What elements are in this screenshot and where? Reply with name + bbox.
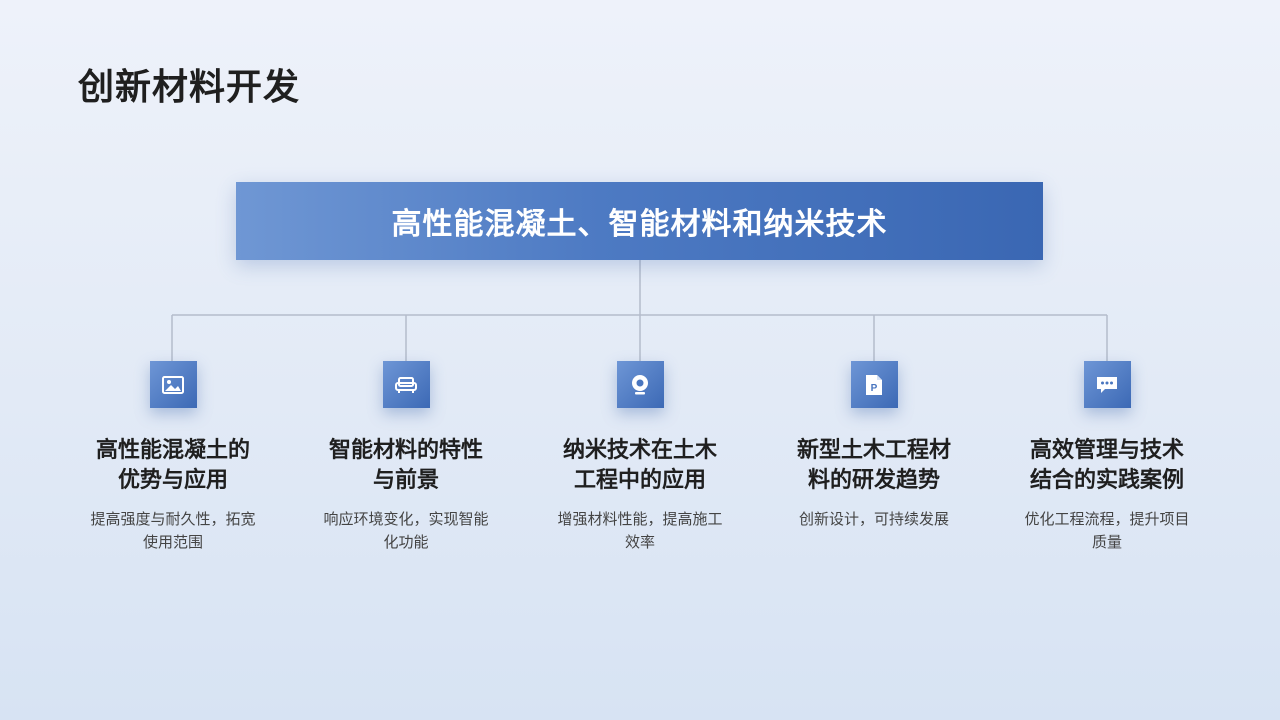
root-topic-label: 高性能混凝土、智能材料和纳米技术 [391, 207, 888, 242]
topic-node-5: 高效管理与技术 结合的实践案例 优化工程流程，提升项目 质量 [997, 361, 1217, 554]
node-description: 创新设计，可持续发展 [798, 510, 949, 528]
connector-lines [171, 260, 1108, 361]
topic-node-3: 纳米技术在土木 工程中的应用 增强材料性能，提高施工 效率 [530, 361, 750, 554]
parking-document-icon: P [850, 361, 898, 408]
node-description: 优化工程流程，提升项目 质量 [1024, 510, 1190, 551]
svg-text:P: P [871, 383, 878, 394]
topic-node-4: P 新型土木工程材 料的研发趋势 创新设计，可持续发展 [764, 361, 984, 531]
node-description: 增强材料性能，提高施工 效率 [557, 510, 723, 551]
topic-node-2: 智能材料的特性 与前景 响应环境变化，实现智能 化功能 [296, 361, 516, 554]
node-title: 高效管理与技术 结合的实践案例 [1029, 438, 1184, 493]
webcam-icon [616, 361, 664, 408]
sofa-icon [382, 361, 430, 408]
root-topic-box: 高性能混凝土、智能材料和纳米技术 [236, 182, 1043, 260]
node-description: 响应环境变化，实现智能 化功能 [323, 510, 489, 551]
chat-bubble-icon [1083, 361, 1131, 408]
node-title: 智能材料的特性 与前景 [328, 438, 483, 493]
image-icon [149, 361, 197, 408]
node-title: 高性能混凝土的 优势与应用 [95, 438, 250, 493]
topic-node-1: 高性能混凝土的 优势与应用 提高强度与耐久性，拓宽 使用范围 [63, 361, 283, 554]
node-title: 纳米技术在土木 工程中的应用 [562, 438, 717, 493]
node-description: 提高强度与耐久性，拓宽 使用范围 [90, 510, 256, 551]
node-title: 新型土木工程材 料的研发趋势 [796, 438, 951, 493]
